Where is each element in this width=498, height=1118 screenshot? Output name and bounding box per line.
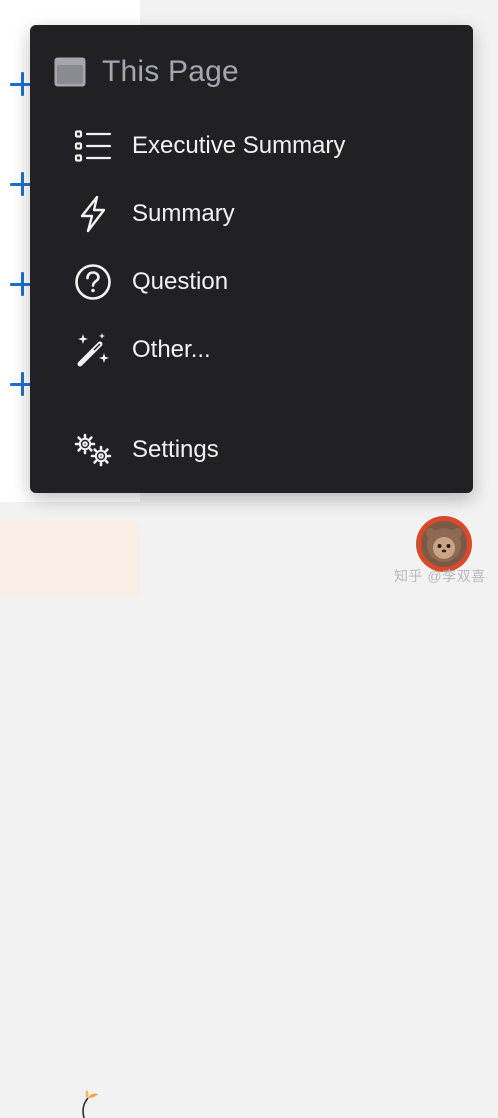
menu-item-question[interactable]: Question bbox=[74, 262, 228, 302]
browser-window-icon bbox=[54, 57, 86, 87]
avatar-button[interactable] bbox=[416, 516, 472, 572]
lightning-icon bbox=[74, 195, 112, 233]
menu-item-label: Other... bbox=[132, 336, 211, 363]
avatar bbox=[421, 521, 467, 567]
menu-item-settings[interactable]: Settings bbox=[74, 430, 219, 470]
watermark: 知乎 @李双喜 bbox=[394, 568, 486, 584]
menu-item-other[interactable]: Other... bbox=[74, 330, 211, 370]
sprout-icon bbox=[82, 1090, 98, 1118]
context-menu: This Page Executive Summary Summary Ques… bbox=[30, 25, 473, 493]
menu-item-label: Executive Summary bbox=[132, 132, 346, 159]
background-card bbox=[0, 520, 140, 1118]
list-icon bbox=[74, 127, 112, 165]
question-circle-icon bbox=[74, 263, 112, 301]
menu-item-label: Question bbox=[132, 268, 229, 295]
menu-header: This Page bbox=[54, 55, 239, 89]
menu-title: This Page bbox=[102, 55, 239, 88]
gears-icon bbox=[74, 431, 112, 469]
magic-wand-icon bbox=[74, 331, 112, 369]
menu-item-label: Summary bbox=[132, 200, 235, 227]
menu-item-summary[interactable]: Summary bbox=[74, 194, 235, 234]
menu-item-label: Settings bbox=[132, 436, 219, 463]
menu-item-executive-summary[interactable]: Executive Summary bbox=[74, 126, 345, 166]
